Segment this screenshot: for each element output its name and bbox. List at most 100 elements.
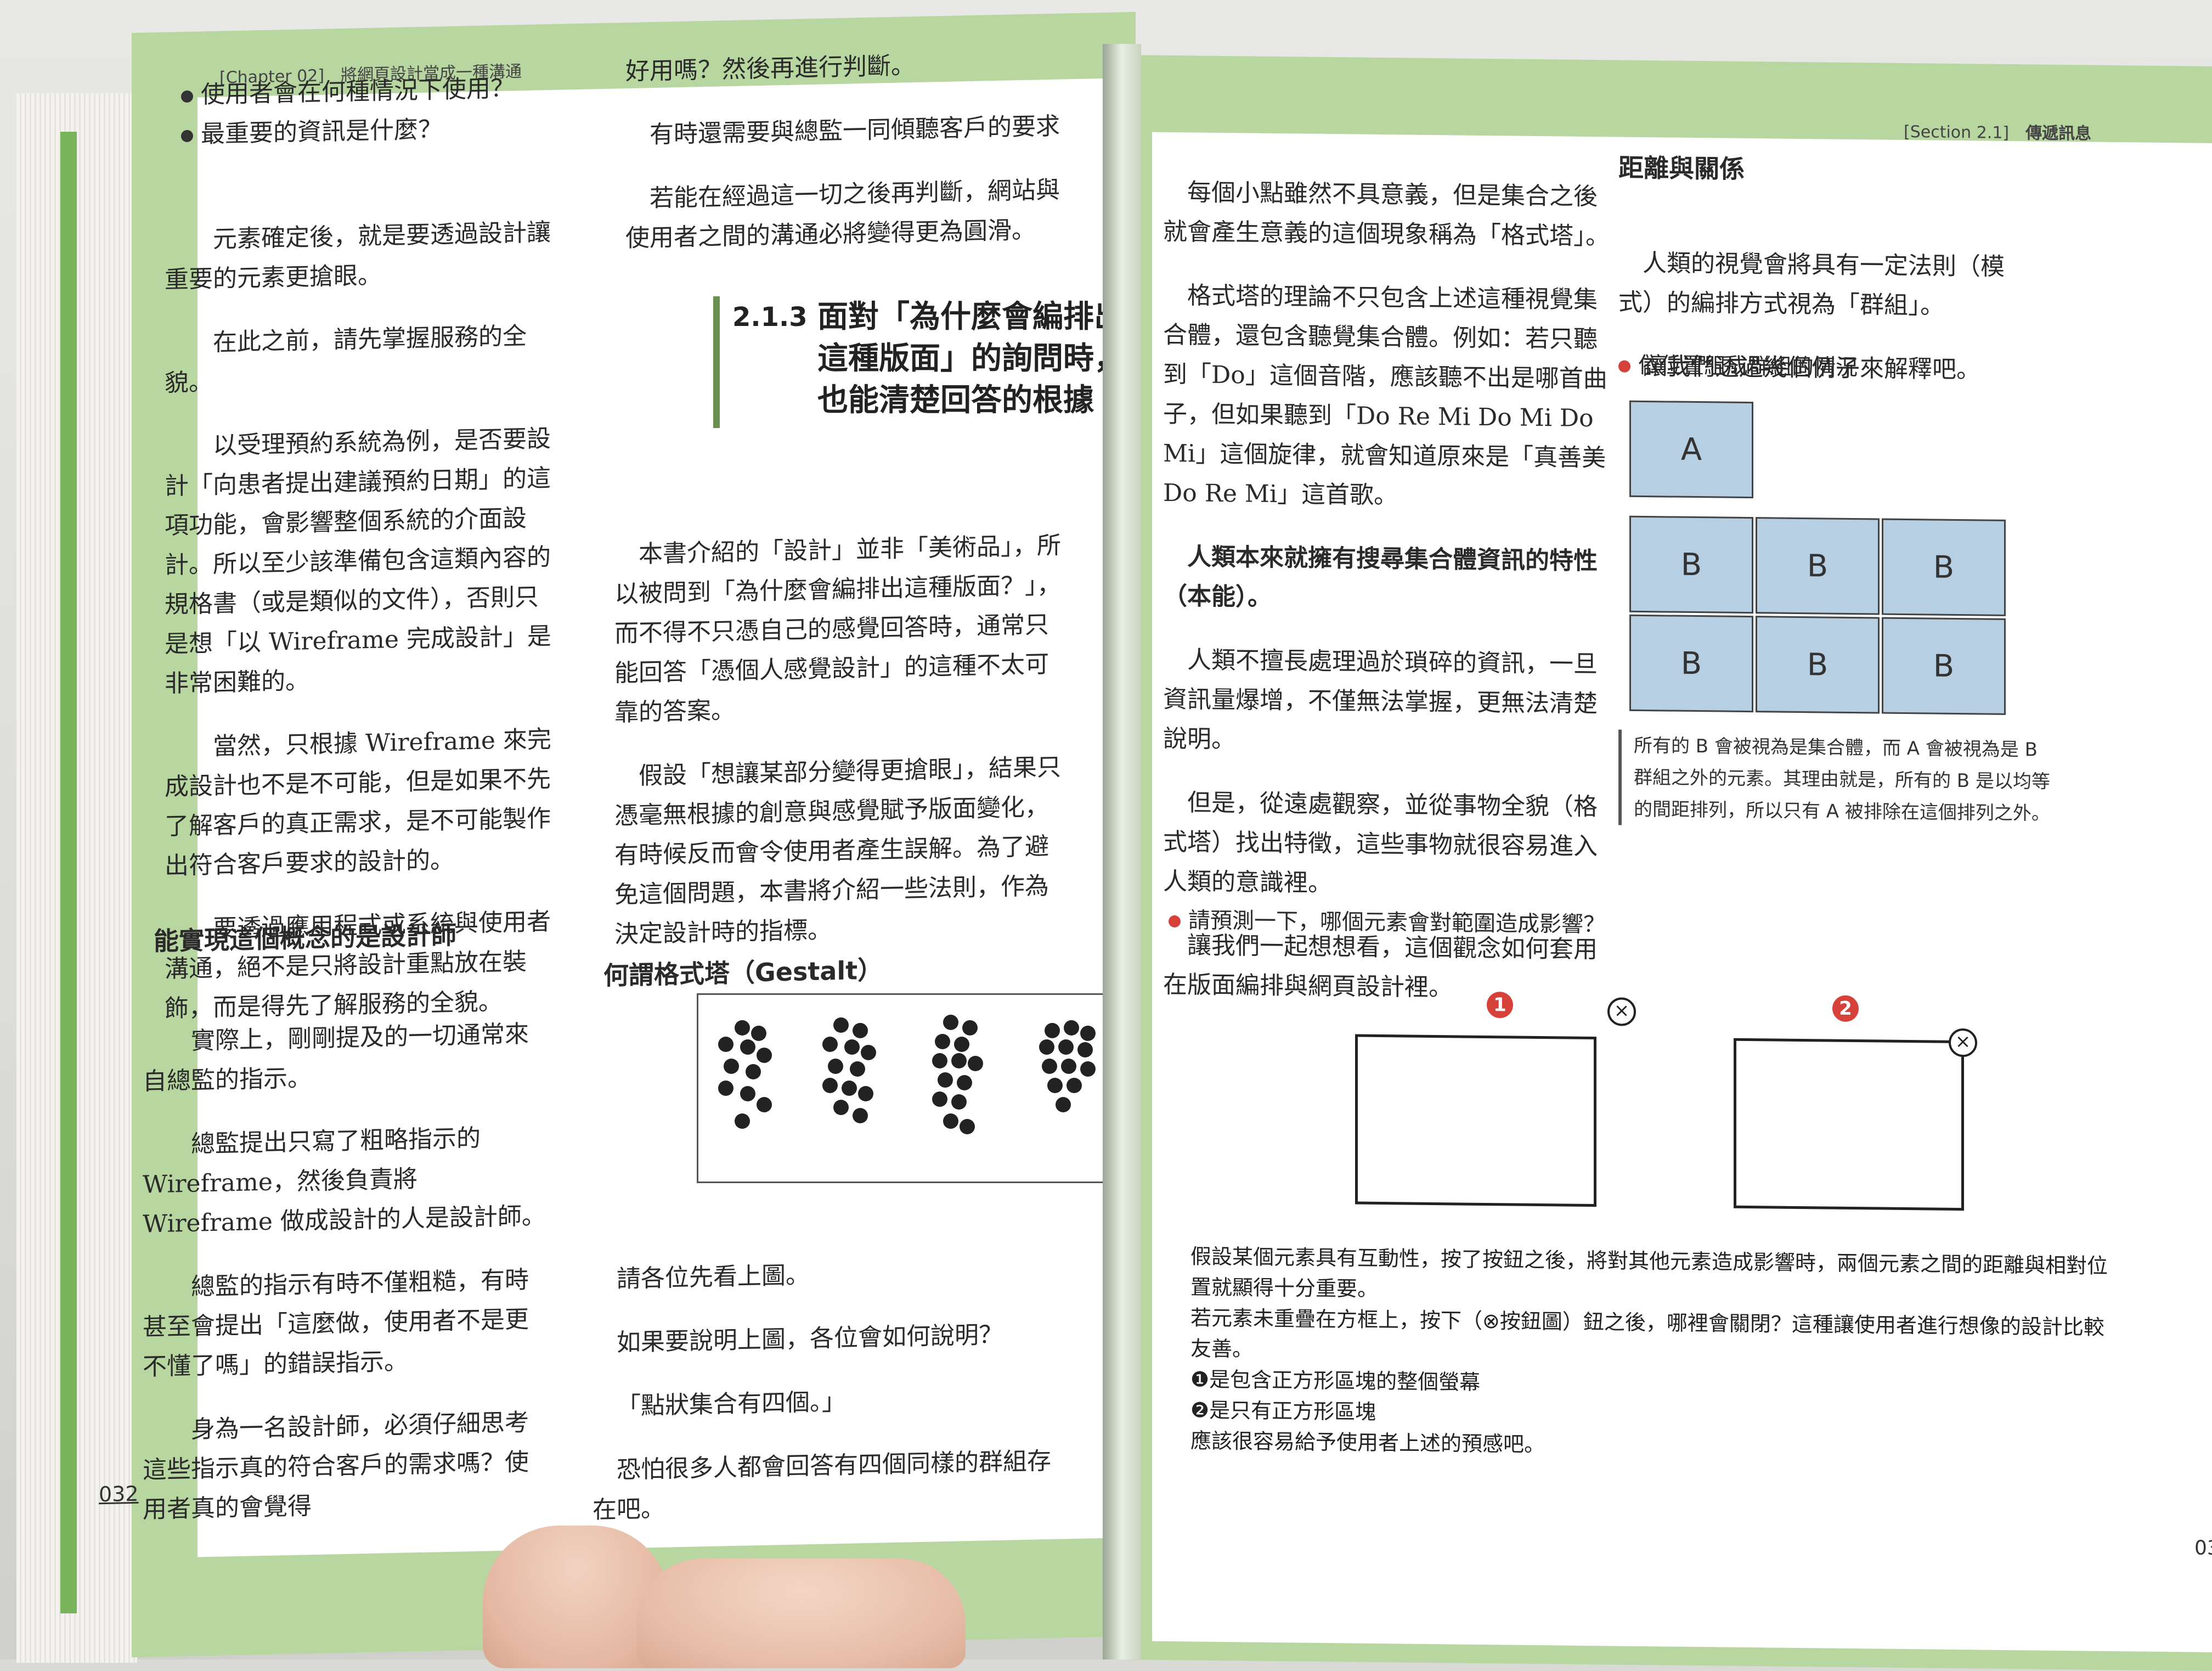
- gestalt-dot: [938, 1072, 953, 1088]
- figure1-caption: 依位置組成群組的情況: [1618, 346, 1858, 388]
- block-a: A: [1629, 400, 1753, 499]
- gestalt-dot: [1061, 1059, 1076, 1074]
- paragraph: 每個小點雖然不具意義，但是集合之後就會產生意義的這個現象稱為「格式塔」。: [1163, 178, 1610, 251]
- gestalt-dot: [1058, 1039, 1074, 1055]
- gestalt-dot: [844, 1039, 860, 1055]
- gestalt-dot: [1066, 1078, 1082, 1093]
- gestalt-dot: [1047, 1078, 1063, 1093]
- paragraph: 但是，從遠處觀察，並從事物全貌（格式塔）找出特徵，這些事物就很容易進入人類的意識…: [1163, 789, 1598, 898]
- close-button-icon: ×: [1949, 1028, 1977, 1057]
- paragraph: 好用嗎？然後再進行判斷。: [625, 52, 915, 86]
- gestalt-dot: [957, 1075, 972, 1090]
- paragraph: 本書介紹的「設計」並非「美術品」，所以被問到「為什麼會編排出這種版面？」，而不得…: [614, 531, 1061, 727]
- gestalt-dot: [861, 1045, 876, 1060]
- paragraph: 人類本來就擁有搜尋集合體資訊的特性（本能）。: [1163, 543, 1598, 611]
- paragraph: 以受理預約系統為例，是否要設計「向患者提出建議預約日期」的這項功能，會影響整個系…: [165, 424, 551, 698]
- bullet-icon: [181, 130, 193, 143]
- prediction-box-1: [1355, 1034, 1596, 1207]
- gestalt-dot: [718, 1037, 733, 1052]
- subheading-distance: 距離與關係: [1618, 153, 1745, 184]
- bullet-list: 使用者會在何種情況下使用？ 最重要的資訊是什麼？: [181, 67, 576, 155]
- gestalt-dots-figure: [697, 993, 1122, 1183]
- gestalt-dot: [822, 1078, 838, 1093]
- block-b: B: [1629, 614, 1753, 713]
- gestalt-dot: [757, 1097, 772, 1112]
- bullet-item: 最重要的資訊是什麼？: [181, 107, 576, 155]
- gestalt-dot: [735, 1020, 750, 1036]
- gestalt-dot: [951, 1094, 967, 1110]
- subheading-gestalt: 何謂格式塔（Gestalt）: [603, 955, 883, 991]
- right-bottom-text: 假設某個元素具有互動性，按了按鈕之後，將對其他元素造成影響時，兩個元素之間的距離…: [1190, 1241, 2123, 1466]
- left-col2-after-figure: 請各位先看上圖。 如果要說明上圖，各位會如何說明？ 「點狀集合有四個。」 恐怕很…: [592, 1226, 1064, 1554]
- gestalt-dot: [943, 1015, 958, 1030]
- gestalt-dot: [833, 1017, 849, 1033]
- subheading-designer: 能實現這個概念的是設計師: [154, 920, 456, 957]
- finger: [636, 1559, 966, 1668]
- gestalt-dot: [1056, 1097, 1071, 1112]
- paragraph: 「點狀集合有四個。」: [617, 1387, 846, 1421]
- paragraph: 若能在經過這一切之後再判斷，網站與使用者之間的溝通必將變得更為圓滑。: [625, 176, 1060, 253]
- gestalt-dot: [850, 1061, 865, 1077]
- gestalt-dot: [935, 1034, 950, 1049]
- paragraph: 請各位先看上圖。: [617, 1261, 810, 1293]
- gestalt-dot: [1064, 1020, 1079, 1036]
- gestalt-dot: [858, 1086, 873, 1101]
- gestalt-dot: [943, 1113, 958, 1129]
- book-cover-edge: [60, 132, 77, 1613]
- right-page: [Section 2.1] 傳遞訊息 每個小點雖然不具意義，但是集合之後就會產生…: [1119, 55, 2212, 1671]
- gestalt-dot: [932, 1053, 947, 1068]
- gestalt-dot: [1077, 1042, 1093, 1057]
- paragraph: 有時還需要與總監一同傾聽客戶的要求: [650, 112, 1060, 149]
- gestalt-dot: [740, 1039, 755, 1055]
- paragraph: 假設某個元素具有互動性，按了按鈕之後，將對其他元素造成影響時，兩個元素之間的距離…: [1190, 1244, 2108, 1301]
- right-page-number: 03: [2194, 1537, 2212, 1560]
- gestalt-dot: [740, 1086, 755, 1101]
- paragraph: 恐怕很多人都會回答有四個同樣的群組存在吧。: [592, 1447, 1051, 1524]
- block-b: B: [1882, 518, 2006, 616]
- gestalt-dot: [718, 1081, 733, 1096]
- paragraph: 如果要說明上圖，各位會如何說明？: [617, 1320, 1003, 1357]
- gestalt-dot: [1039, 1039, 1054, 1055]
- gestalt-dot: [853, 1108, 868, 1123]
- left-page-number: 032: [99, 1481, 139, 1507]
- gestalt-dot: [751, 1026, 766, 1041]
- paragraph: 人類不擅長處理過於瑣碎的資訊，一旦資訊量爆增，不僅無法掌握，更無法清楚說明。: [1163, 646, 1598, 754]
- gestalt-dot: [954, 1037, 969, 1052]
- block-b: B: [1629, 515, 1753, 614]
- book-gutter: [1103, 44, 1141, 1659]
- paragraph: 身為一名設計師，必須仔細思考這些指示真的符合客戶的需求嗎？使用者真的會覺得: [143, 1408, 529, 1524]
- gestalt-dot: [951, 1053, 967, 1068]
- gestalt-dot: [853, 1023, 868, 1038]
- gestalt-dot: [1080, 1061, 1096, 1077]
- paragraph: 格式塔的理論不只包含上述這種視覺集合體，還包含聽覺集合體。例如：若只聽到「Do」…: [1163, 282, 1607, 510]
- section-bar: [713, 296, 720, 428]
- marker-1-icon: 1: [1487, 992, 1513, 1019]
- left-col1-text-b: 實際上，剛剛提及的一切通常來自總監的指示。 總監提出只寫了粗略指示的 Wiref…: [143, 990, 549, 1554]
- gestalt-dot: [960, 1119, 975, 1134]
- bullet-icon: [1618, 360, 1630, 373]
- gestalt-dot: [735, 1113, 750, 1129]
- page-stack-edge: [16, 93, 137, 1663]
- left-page: [Chapter 02] 將網頁設計當成一種溝通 使用者會在何種情況下使用？ 最…: [99, 12, 1136, 1657]
- gestalt-dot: [828, 1059, 843, 1074]
- gestalt-dot: [932, 1092, 947, 1107]
- gestalt-dot: [842, 1081, 857, 1096]
- figure2-caption: 請預測一下，哪個元素會對範圍造成影響？: [1169, 901, 1605, 944]
- paragraph: 若元素未重疊在方框上，按下（⊗按鈕圖）鈕之後，哪裡會關閉？這種讓使用者進行想像的…: [1190, 1306, 2104, 1361]
- gestalt-dot: [724, 1059, 739, 1074]
- block-b: B: [1756, 616, 1880, 714]
- gestalt-dot: [962, 1020, 978, 1036]
- right-page-body: 每個小點雖然不具意義，但是集合之後就會產生意義的這個現象稱為「格式塔」。 格式塔…: [1152, 132, 2212, 1652]
- block-b: B: [1882, 617, 2006, 715]
- paragraph: 總監的指示有時不僅粗糙，有時甚至會提出「這麼做，使用者不是更不懂了嗎」的錯誤指示…: [143, 1265, 529, 1381]
- paragraph: 總監提出只寫了粗略指示的 Wireframe，然後負責將 Wireframe 做…: [143, 1124, 546, 1239]
- figure1-note: 所有的 B 會被視為是集合體，而 A 會被視為是 B 群組之外的元素。其理由就是…: [1618, 729, 2051, 830]
- gestalt-dot: [757, 1048, 772, 1063]
- gestalt-dot: [968, 1056, 983, 1071]
- gestalt-dot: [1080, 1026, 1096, 1041]
- prediction-box-2: [1734, 1038, 1964, 1211]
- marker-2-icon: 2: [1832, 995, 1859, 1022]
- paragraph: 元素確定後，就是要透過設計讓重要的元素更搶眼。: [165, 218, 551, 294]
- left-col2-top: 好用嗎？然後再進行判斷。 有時還需要與總監一同傾聽客戶的要求 若能在經過這一切之…: [625, 19, 1064, 283]
- block-b: B: [1756, 517, 1880, 615]
